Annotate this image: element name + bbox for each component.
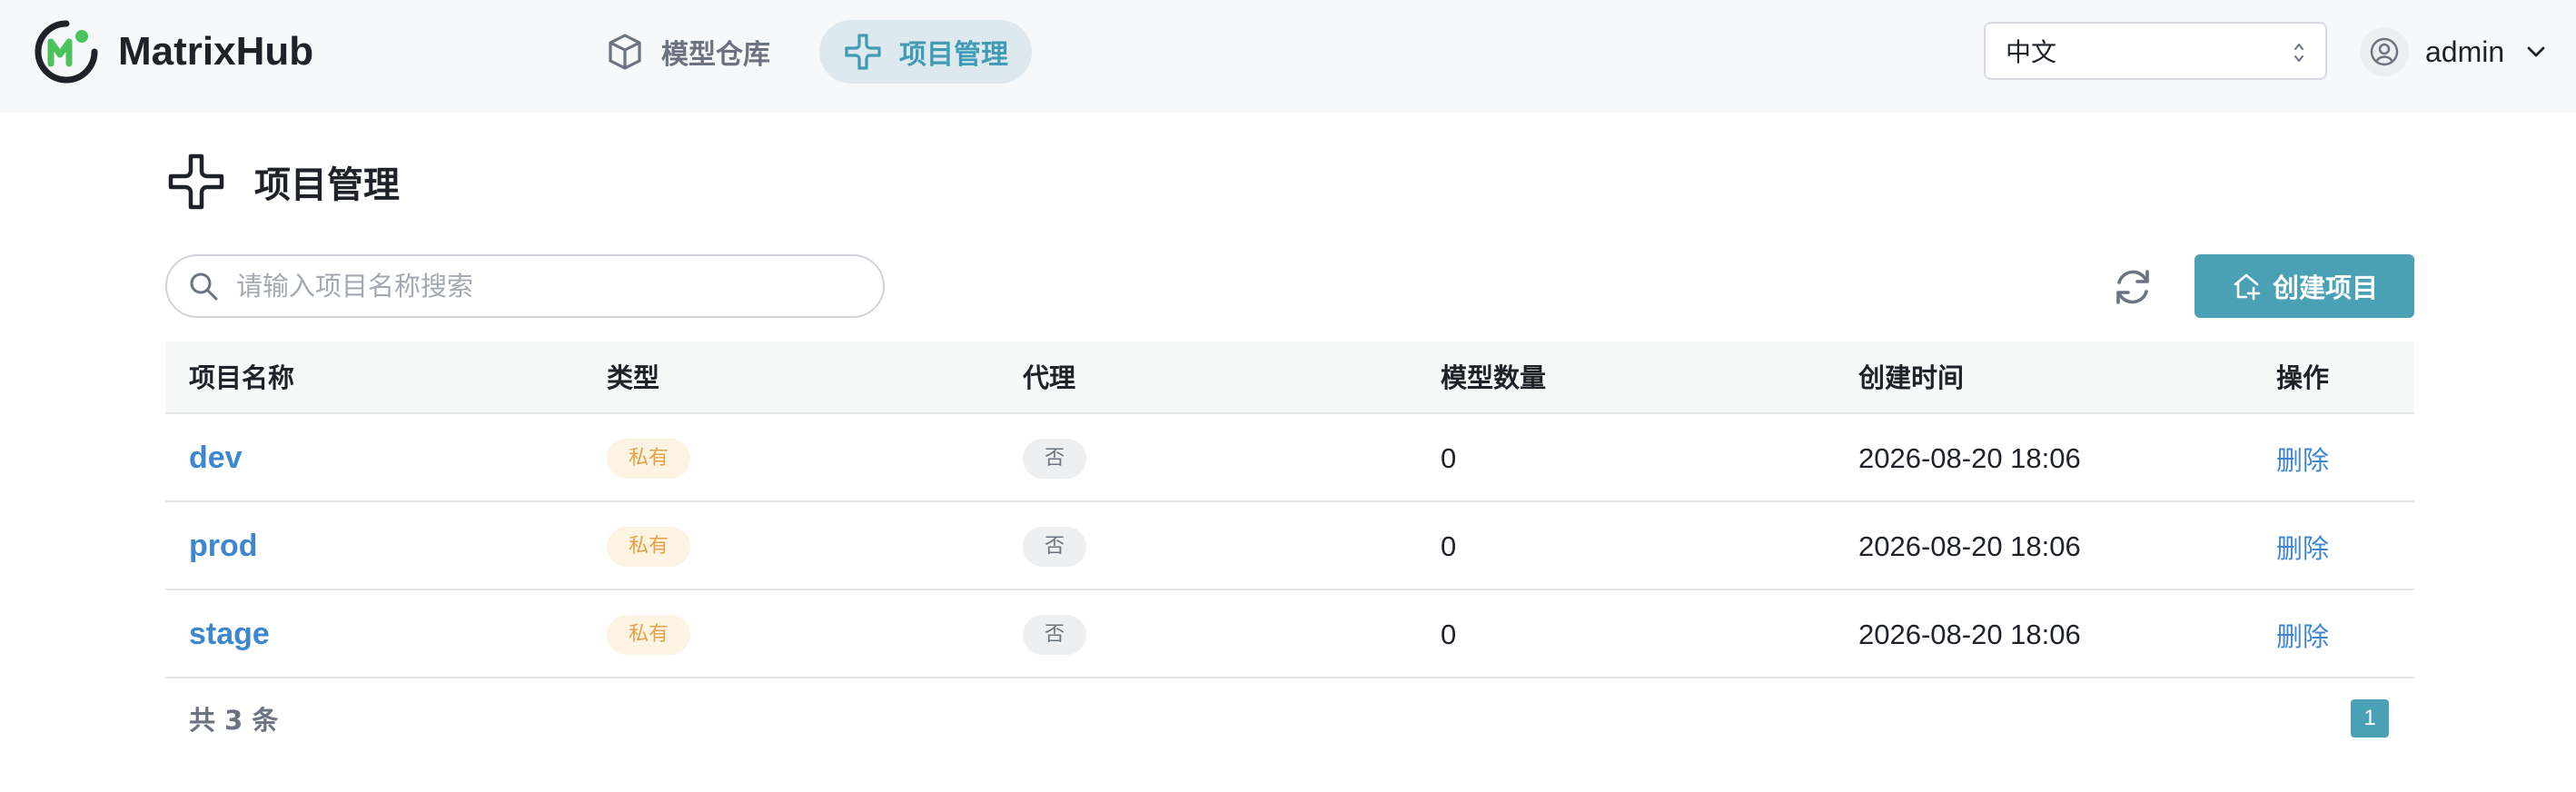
- project-name-link[interactable]: stage: [189, 617, 270, 652]
- brand[interactable]: MatrixHub: [33, 18, 313, 85]
- column-header-action: 操作: [2276, 362, 2330, 393]
- created-time: 2026-08-20 18:06: [1858, 530, 2081, 562]
- top-header: MatrixHub 模型仓库 项目管理 中文 admin: [0, 0, 2576, 113]
- created-time: 2026-08-20 18:06: [1858, 618, 2081, 650]
- column-header-model-count: 模型数量: [1441, 362, 1547, 393]
- user-menu[interactable]: admin: [2360, 25, 2548, 78]
- page-header: 项目管理: [167, 153, 400, 211]
- model-count: 0: [1441, 530, 1457, 562]
- project-icon: [168, 153, 224, 210]
- column-header-type: 类型: [607, 362, 660, 393]
- table-row: dev 私有 否 0 2026-08-20 18:06 删除: [165, 414, 2414, 502]
- chevron-down-icon: [2527, 46, 2545, 57]
- avatar: [2360, 27, 2409, 76]
- create-project-label: 创建项目: [2272, 272, 2378, 303]
- refresh-icon: [2116, 270, 2149, 304]
- user-icon: [2370, 37, 2399, 66]
- delete-button[interactable]: 删除: [2276, 616, 2329, 654]
- table-row: prod 私有 否 0 2026-08-20 18:06 删除: [165, 502, 2414, 590]
- username: admin: [2425, 35, 2505, 68]
- column-header-name: 项目名称: [189, 362, 295, 393]
- model-count: 0: [1441, 441, 1457, 474]
- pagination-page-1[interactable]: 1: [2351, 699, 2389, 738]
- cube-icon: [609, 34, 641, 70]
- language-select[interactable]: 中文: [1984, 22, 2327, 80]
- matrixhub-logo-icon: [35, 20, 98, 84]
- projects-table: 项目名称 类型 代理 模型数量 创建时间 操作 dev 私有 否 0 2026-…: [165, 342, 2414, 678]
- proxy-tag: 否: [1023, 438, 1087, 479]
- column-header-created: 创建时间: [1858, 362, 1965, 393]
- project-icon: [845, 34, 881, 70]
- type-tag: 私有: [607, 526, 691, 567]
- create-project-button[interactable]: 创建项目: [2195, 254, 2414, 318]
- column-header-proxy: 代理: [1023, 362, 1076, 393]
- nav-tab-models-label: 模型仓库: [661, 39, 770, 71]
- table-row: stage 私有 否 0 2026-08-20 18:06 删除: [165, 590, 2414, 678]
- page-title: 项目管理: [254, 164, 400, 206]
- refresh-button[interactable]: [2105, 260, 2160, 314]
- app-name: MatrixHub: [118, 29, 314, 74]
- project-name-link[interactable]: prod: [189, 529, 258, 564]
- type-tag: 私有: [607, 438, 691, 479]
- total-count: 共 3 条: [189, 705, 279, 736]
- search-box[interactable]: [165, 254, 885, 318]
- proxy-tag: 否: [1023, 614, 1087, 655]
- created-time: 2026-08-20 18:06: [1858, 441, 2081, 474]
- nav-tab-projects[interactable]: 项目管理: [819, 20, 1032, 84]
- search-input[interactable]: [234, 270, 870, 302]
- nav-tab-models[interactable]: 模型仓库: [581, 20, 794, 84]
- house-plus-icon: [2234, 273, 2261, 301]
- delete-button[interactable]: 删除: [2276, 440, 2329, 478]
- language-select-value: 中文: [2006, 37, 2057, 67]
- proxy-tag: 否: [1023, 526, 1087, 567]
- select-arrows-icon: [2294, 44, 2304, 62]
- type-tag: 私有: [607, 614, 691, 655]
- delete-button[interactable]: 删除: [2276, 528, 2329, 566]
- search-icon: [190, 272, 218, 301]
- nav-tab-projects-label: 项目管理: [899, 39, 1008, 71]
- table-header: 项目名称 类型 代理 模型数量 创建时间 操作: [165, 342, 2414, 414]
- model-count: 0: [1441, 618, 1457, 650]
- project-name-link[interactable]: dev: [189, 441, 243, 476]
